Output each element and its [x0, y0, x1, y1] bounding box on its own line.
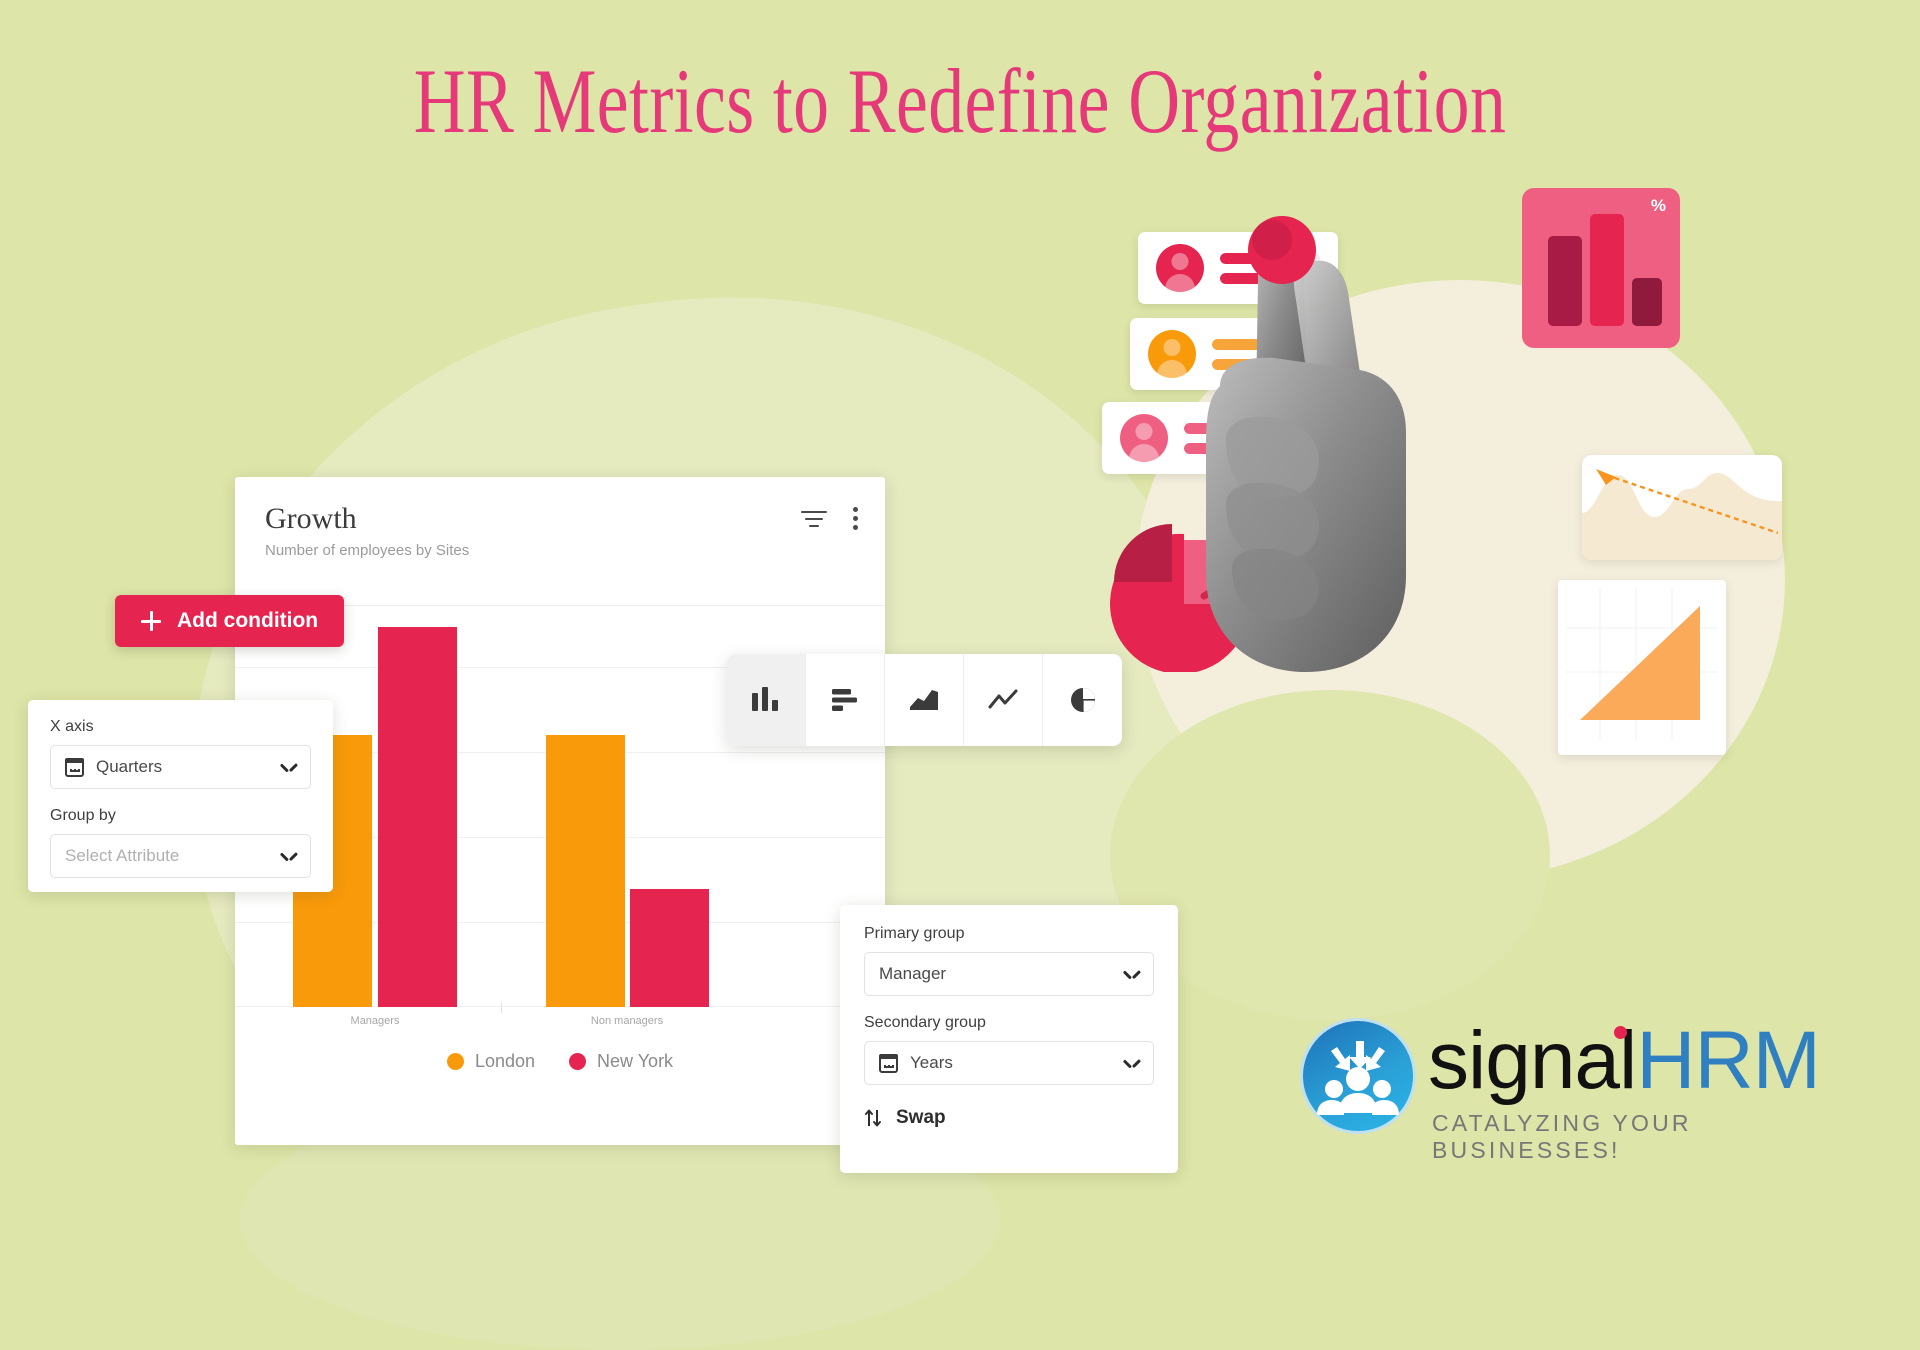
primary-group-value: Manager	[879, 964, 947, 983]
triangle-chart-svg	[1566, 588, 1718, 740]
people-arrows-icon	[1317, 1041, 1399, 1115]
chevron-down-icon	[281, 852, 296, 861]
legend-label: London	[474, 1051, 536, 1071]
x-axis-field-label: X axis	[50, 718, 94, 735]
group-by-placeholder: Select Attribute	[65, 846, 180, 865]
card-title: Growth	[265, 502, 357, 535]
legend-item-london: London	[446, 1051, 536, 1072]
chart-type-bar-button[interactable]	[806, 654, 885, 746]
x-axis-select[interactable]: Quarters	[50, 745, 311, 789]
chevron-down-icon	[1124, 1059, 1139, 1068]
illustration-collage: %	[1102, 188, 1860, 850]
percent-symbol: %	[1650, 196, 1666, 215]
pointing-hand-image	[1206, 216, 1406, 672]
chart-type-area-button[interactable]	[885, 654, 964, 746]
bar	[1548, 236, 1582, 326]
logo-tagline: CATALYZING YOUR BUSINESSES!	[1432, 1110, 1692, 1163]
bar-chart-icon	[832, 689, 857, 711]
chevron-down-icon	[1124, 970, 1139, 979]
bar-newyork-managers	[378, 627, 457, 1007]
chart-type-toolbar	[727, 654, 1122, 746]
card-header-actions	[801, 507, 859, 530]
add-condition-label: Add condition	[177, 609, 319, 632]
swap-label: Swap	[896, 1107, 946, 1128]
legend-label: New York	[597, 1051, 674, 1071]
primary-group-select[interactable]: Manager	[864, 952, 1154, 996]
logo-i-dot	[1614, 1026, 1627, 1039]
chart-legend: London New York	[235, 1051, 885, 1072]
logo-mark	[1300, 1018, 1416, 1134]
x-axis-select-value: Quarters	[96, 757, 163, 776]
bar-london-nonmanagers	[546, 735, 625, 1007]
x-axis-label-managers: Managers	[350, 1015, 400, 1027]
bar	[1590, 214, 1624, 326]
filter-icon[interactable]	[801, 509, 827, 529]
plus-icon	[141, 611, 161, 631]
card-header: Growth Number of employees by Sites	[235, 477, 885, 559]
growth-triangle-card	[1558, 580, 1726, 755]
add-condition-button[interactable]: Add condition	[115, 595, 345, 647]
axis-tick	[501, 1003, 502, 1013]
calendar-icon	[879, 1053, 898, 1073]
wave-chart-svg	[1582, 469, 1782, 560]
logo-word-hrm: HRM	[1636, 1015, 1821, 1106]
secondary-group-select[interactable]: Years	[864, 1041, 1154, 1085]
swap-button[interactable]: Swap	[864, 1107, 1154, 1129]
card-subtitle: Number of employees by Sites	[265, 541, 470, 559]
secondary-group-value: Years	[910, 1053, 953, 1072]
chart-type-column-button[interactable]	[727, 654, 806, 746]
pie-chart-icon	[1070, 688, 1095, 712]
page-title: HR Metrics to Redefine Organization	[413, 50, 1507, 152]
primary-group-label: Primary group	[864, 925, 965, 942]
group-settings-panel: Primary group Manager Secondary group Ye…	[840, 905, 1178, 1173]
signalhrm-logo: signalHRM CATALYZING YOUR BUSINESSES!	[1300, 1010, 1860, 1163]
legend-swatch	[446, 1053, 464, 1070]
x-axis-label-nonmanagers: Non managers	[590, 1015, 664, 1027]
logo-wordmark: signalHRM	[1428, 1020, 1821, 1102]
calendar-icon	[65, 757, 84, 777]
axis-settings-panel: X axis Quarters Group by Select Attribut…	[28, 700, 333, 892]
logo-word-signal: signal	[1428, 1015, 1637, 1106]
group-by-select[interactable]: Select Attribute	[50, 834, 311, 878]
chart-type-pie-button[interactable]	[1043, 654, 1122, 746]
column-chart-icon	[752, 687, 778, 711]
more-vertical-icon[interactable]	[853, 507, 859, 530]
bar-chart-card: %	[1522, 188, 1680, 348]
legend-swatch	[569, 1053, 587, 1070]
wave-chart-card	[1582, 455, 1782, 560]
area-chart-icon	[910, 690, 938, 710]
legend-item-newyork: New York	[569, 1051, 673, 1072]
secondary-group-label: Secondary group	[864, 1014, 986, 1031]
chart-type-line-button[interactable]	[964, 654, 1043, 746]
bar	[1632, 278, 1662, 326]
group-by-field-label: Group by	[50, 807, 116, 824]
bar-newyork-nonmanagers	[630, 889, 709, 1007]
line-chart-icon	[988, 689, 1018, 709]
swap-vertical-icon	[864, 1108, 882, 1128]
chevron-down-icon	[281, 763, 296, 772]
